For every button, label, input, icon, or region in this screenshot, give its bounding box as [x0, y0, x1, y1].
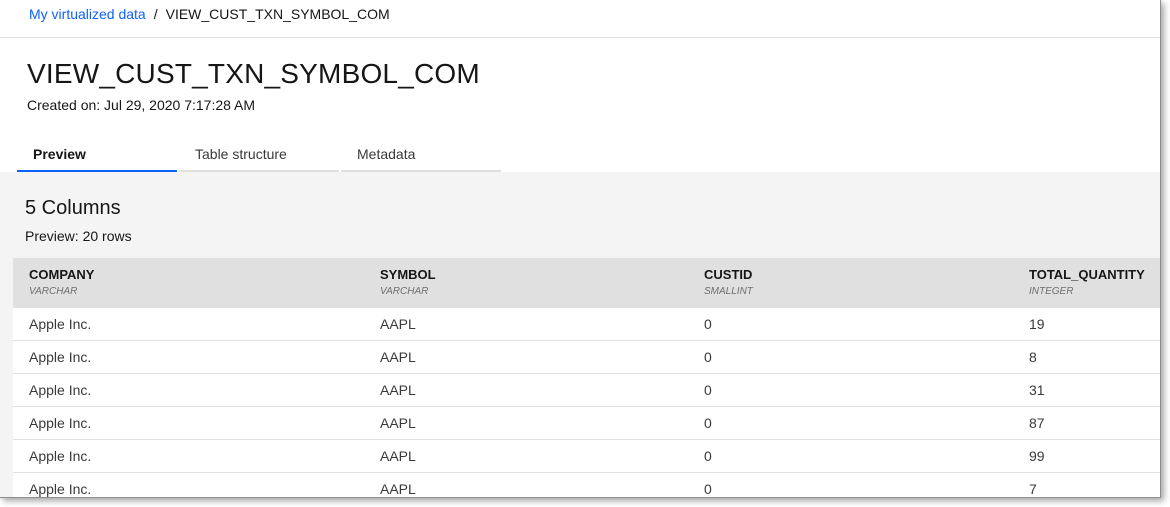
- column-count: 5 Columns: [25, 197, 121, 219]
- tab-metadata[interactable]: Metadata: [341, 140, 501, 172]
- column-name: COMPANY: [29, 267, 95, 282]
- column-name: CUSTID: [704, 267, 753, 282]
- column-type: SMALLINT: [704, 286, 753, 297]
- table-cell: 0: [704, 481, 712, 497]
- tab-table-structure[interactable]: Table structure: [179, 140, 339, 172]
- table-row: Apple Inc. AAPL 0 19: [13, 308, 1160, 341]
- column-header-symbol: SYMBOL VARCHAR: [364, 258, 688, 308]
- table-cell: Apple Inc.: [29, 349, 92, 365]
- table-cell: 8: [1029, 349, 1037, 365]
- column-type: VARCHAR: [29, 286, 78, 297]
- table-cell: AAPL: [380, 448, 416, 464]
- created-date: Created on: Jul 29, 2020 7:17:28 AM: [27, 97, 256, 113]
- column-name: SYMBOL: [380, 267, 436, 282]
- table-cell: 0: [704, 382, 712, 398]
- table-cell: 7: [1029, 481, 1037, 497]
- table-cell: AAPL: [380, 316, 416, 332]
- breadcrumb: My virtualized data / VIEW_CUST_TXN_SYMB…: [29, 6, 390, 22]
- table-cell: Apple Inc.: [29, 382, 92, 398]
- column-header-custid: CUSTID SMALLINT: [688, 258, 1013, 308]
- table-cell: 0: [704, 448, 712, 464]
- table-cell: AAPL: [380, 481, 416, 497]
- app-window: My virtualized data / VIEW_CUST_TXN_SYMB…: [0, 0, 1161, 498]
- tab-bar: Preview Table structure Metadata: [17, 140, 503, 172]
- page-title: VIEW_CUST_TXN_SYMBOL_COM: [27, 58, 480, 89]
- table-cell: 0: [704, 349, 712, 365]
- table-row: Apple Inc. AAPL 0 87: [13, 407, 1160, 440]
- table-cell: 87: [1029, 415, 1045, 431]
- table-cell: AAPL: [380, 349, 416, 365]
- table-cell: 31: [1029, 382, 1045, 398]
- table-header: COMPANY VARCHAR SYMBOL VARCHAR CUSTID SM…: [13, 258, 1160, 308]
- preview-panel: 5 Columns Preview: 20 rows COMPANY VARCH…: [0, 172, 1160, 497]
- table-cell: Apple Inc.: [29, 481, 92, 497]
- table-row: Apple Inc. AAPL 0 7: [13, 473, 1160, 497]
- table-cell: Apple Inc.: [29, 415, 92, 431]
- table-row: Apple Inc. AAPL 0 99: [13, 440, 1160, 473]
- table-cell: 0: [704, 415, 712, 431]
- breadcrumb-current: VIEW_CUST_TXN_SYMBOL_COM: [165, 6, 390, 22]
- breadcrumb-link-virtualized-data[interactable]: My virtualized data: [29, 6, 146, 22]
- tab-preview[interactable]: Preview: [17, 140, 177, 172]
- table-row: Apple Inc. AAPL 0 8: [13, 341, 1160, 374]
- table-cell: 19: [1029, 316, 1045, 332]
- table-cell: Apple Inc.: [29, 316, 92, 332]
- column-type: INTEGER: [1029, 286, 1074, 297]
- column-name: TOTAL_QUANTITY: [1029, 267, 1145, 282]
- table-row: Apple Inc. AAPL 0 31: [13, 374, 1160, 407]
- table-cell: 99: [1029, 448, 1045, 464]
- column-header-company: COMPANY VARCHAR: [13, 258, 364, 308]
- preview-row-count: Preview: 20 rows: [25, 228, 132, 244]
- table-cell: 0: [704, 316, 712, 332]
- table-cell: Apple Inc.: [29, 448, 92, 464]
- top-bar: My virtualized data / VIEW_CUST_TXN_SYMB…: [0, 0, 1160, 38]
- table-cell: AAPL: [380, 415, 416, 431]
- data-table: COMPANY VARCHAR SYMBOL VARCHAR CUSTID SM…: [13, 258, 1160, 497]
- column-type: VARCHAR: [380, 286, 429, 297]
- breadcrumb-separator: /: [153, 6, 158, 22]
- table-cell: AAPL: [380, 382, 416, 398]
- column-header-total-quantity: TOTAL_QUANTITY INTEGER: [1013, 258, 1160, 308]
